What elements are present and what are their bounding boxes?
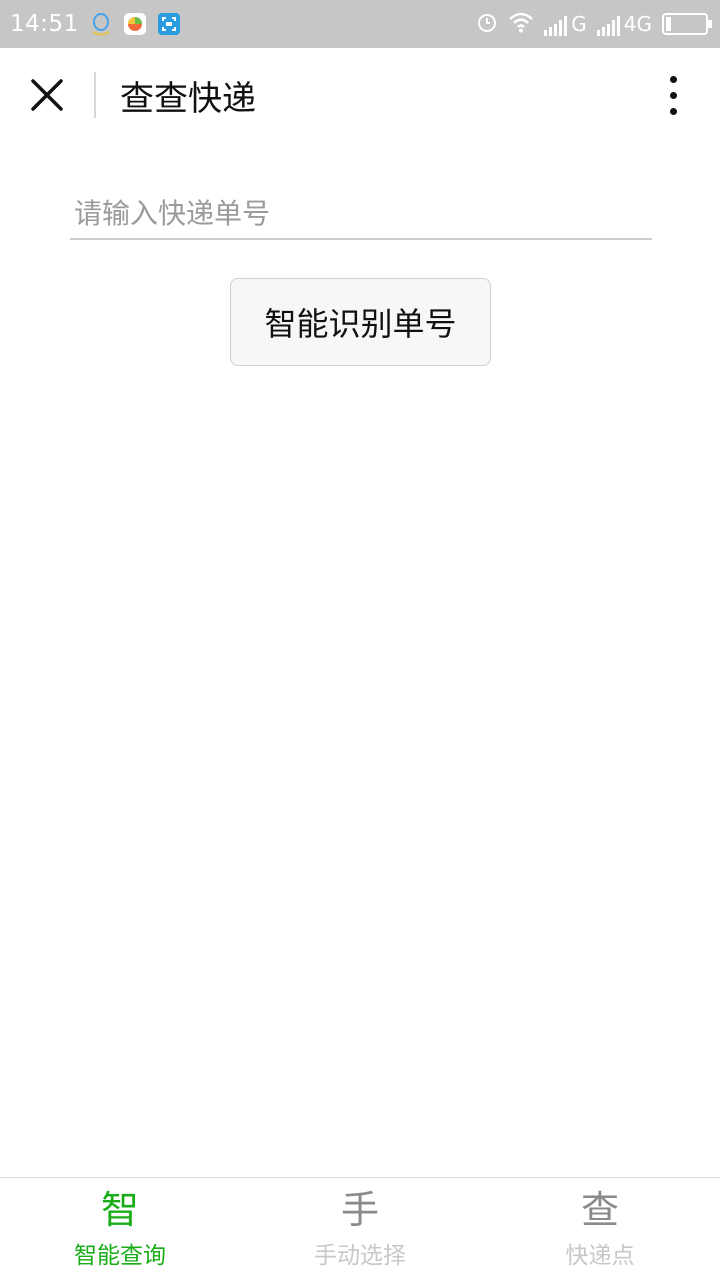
signal-icon: 4G	[596, 12, 652, 36]
app-header: 查查快递	[0, 48, 720, 142]
more-dots-icon	[669, 91, 677, 99]
manual-select-icon: 手	[340, 1188, 379, 1232]
tab-manual-select[interactable]: 手 手动选择	[240, 1178, 480, 1280]
tab-label: 手动选择	[314, 1243, 406, 1269]
more-dots-icon	[669, 107, 677, 115]
close-icon	[31, 79, 63, 111]
status-left: 14:51	[10, 11, 181, 37]
network-type-2: 4G	[623, 12, 652, 36]
status-bar: 14:51 G 4G	[0, 0, 720, 48]
status-right: G 4G	[476, 11, 712, 38]
tab-label: 智能查询	[74, 1243, 166, 1269]
gallery-app-icon	[123, 12, 147, 36]
smart-query-icon: 智	[100, 1188, 139, 1232]
wifi-icon	[508, 11, 534, 38]
signal-icon: G	[544, 12, 587, 36]
close-button[interactable]	[0, 48, 94, 142]
battery-icon	[662, 13, 712, 35]
tracking-number-input[interactable]	[70, 188, 652, 238]
tab-smart-query[interactable]: 智 智能查询	[0, 1178, 240, 1280]
header-divider	[94, 72, 96, 118]
more-dots-icon	[669, 75, 677, 83]
courier-points-icon: 查	[580, 1188, 619, 1232]
network-type-1: G	[571, 12, 587, 36]
tracking-number-field	[70, 188, 652, 240]
scan-app-icon	[157, 12, 181, 36]
recognize-number-button[interactable]: 智能识别单号	[230, 278, 491, 366]
page-title: 查查快递	[120, 78, 256, 119]
status-time: 14:51	[10, 11, 79, 37]
bottom-tab-bar: 智 智能查询 手 手动选择 查 快递点	[0, 1177, 720, 1280]
alarm-icon	[476, 11, 498, 38]
tab-label: 快递点	[565, 1243, 635, 1269]
qq-icon	[89, 12, 113, 36]
more-menu-button[interactable]	[648, 70, 698, 120]
tab-courier-points[interactable]: 查 快递点	[480, 1178, 720, 1280]
